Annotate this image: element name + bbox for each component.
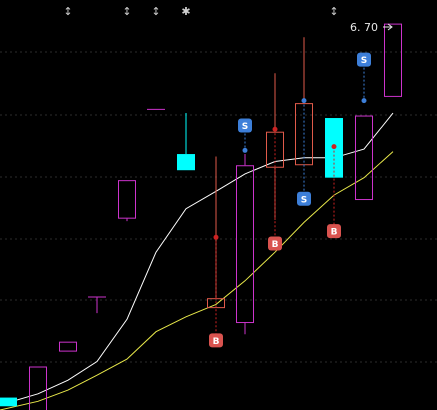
marker-dot (272, 126, 278, 132)
updown-arrow-icon: ↕ (151, 5, 160, 18)
candle-body (384, 23, 402, 97)
candle-body (29, 366, 47, 410)
marker-dot (213, 234, 219, 240)
asterisk-icon: ✱ (181, 5, 190, 18)
marker-dot (301, 98, 307, 104)
buy-signal-label: B (213, 337, 220, 347)
buy-signal-label: B (331, 228, 338, 238)
candle-body (236, 165, 254, 324)
updown-arrow-icon: ↕ (63, 5, 72, 18)
candle-body (59, 341, 77, 352)
candle-body (0, 397, 17, 407)
sell-signal-label: S (361, 56, 367, 66)
candle-body (355, 115, 373, 201)
marker-dot (331, 144, 337, 150)
candle-body (177, 154, 195, 171)
sell-signal-label: S (242, 122, 248, 132)
sell-signal-label: S (301, 195, 307, 205)
top-icons: ↕ ↕ ↕ ✱ ↕ (63, 5, 338, 18)
updown-arrow-icon: ↕ (122, 5, 131, 18)
marker-dot (242, 147, 248, 153)
price-annotation: 6. 70 (350, 21, 393, 34)
updown-arrow-icon: ↕ (329, 5, 338, 18)
candles (0, 23, 402, 410)
buy-signal-label: B (272, 240, 279, 250)
grid-lines (0, 51, 437, 363)
candlestick-chart: B S B S B S ↕ ↕ ↕ ✱ ↕ 6. 70 (0, 5, 437, 410)
signal-markers: B S B S B S (209, 52, 371, 348)
ma-line-yellow (0, 151, 394, 410)
marker-dot (361, 98, 367, 104)
candle-body (118, 180, 136, 219)
price-label: 6. 70 (350, 21, 378, 34)
